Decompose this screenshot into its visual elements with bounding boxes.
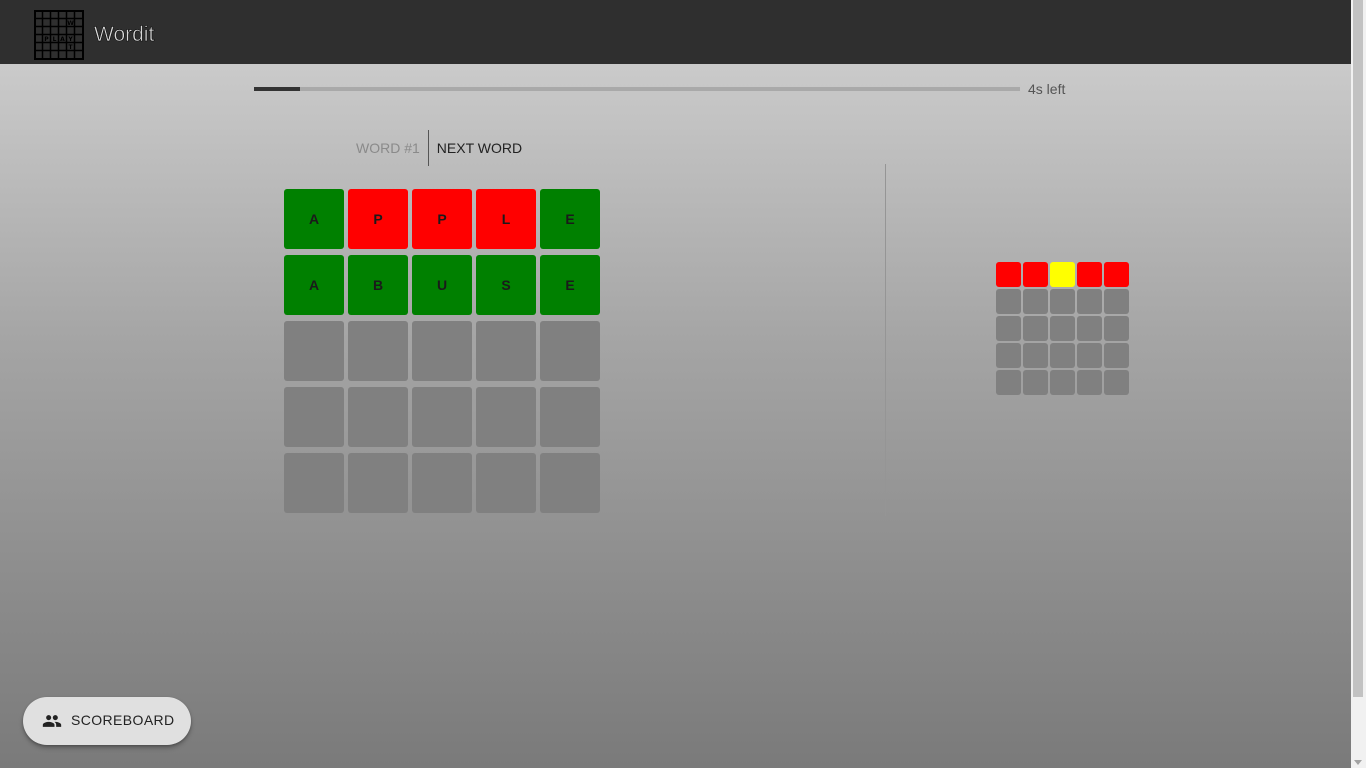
opponent-tile [996, 289, 1021, 314]
opponent-tile [1077, 370, 1102, 395]
opponent-tile [1050, 370, 1075, 395]
letter-tile [476, 321, 536, 381]
scoreboard-label: SCOREBOARD [71, 712, 175, 728]
page-scrollbar[interactable] [1351, 0, 1366, 768]
opponent-tile [1104, 370, 1129, 395]
letter-tile [348, 321, 408, 381]
letter-tile: A [284, 189, 344, 249]
letter-tile [348, 453, 408, 513]
svg-text:W: W [67, 20, 74, 27]
letter-tile: P [348, 189, 408, 249]
opponent-tile [996, 343, 1021, 368]
letter-tile: S [476, 255, 536, 315]
letter-tile [284, 453, 344, 513]
scrollbar-thumb[interactable] [1353, 0, 1363, 697]
opponent-tile [1104, 262, 1129, 287]
opponent-board [996, 262, 1129, 395]
word-tabs: WORD #1 NEXT WORD [340, 130, 530, 166]
timer-progress-fill [254, 87, 300, 91]
letter-tile [412, 453, 472, 513]
letter-tile [284, 387, 344, 447]
opponent-tile [1050, 343, 1075, 368]
opponent-tile [996, 262, 1021, 287]
app-title[interactable]: Wordit [94, 22, 155, 48]
app-bar: P L A Y W T Wordit [0, 0, 1351, 64]
letter-tile [540, 453, 600, 513]
letter-tile [540, 387, 600, 447]
letter-tile: B [348, 255, 408, 315]
letter-tile [412, 387, 472, 447]
opponent-tile [1077, 262, 1102, 287]
timer-progress-bar [254, 87, 1020, 91]
opponent-tile [1077, 316, 1102, 341]
letter-tile: P [412, 189, 472, 249]
opponent-tile [1077, 289, 1102, 314]
time-left-label: 4s left [1028, 81, 1066, 97]
people-icon [42, 715, 62, 727]
opponent-tile [1023, 370, 1048, 395]
board-divider [885, 164, 886, 516]
opponent-tile [1023, 343, 1048, 368]
opponent-tile [996, 316, 1021, 341]
opponent-tile [1050, 262, 1075, 287]
opponent-tile [1050, 316, 1075, 341]
scroll-down-arrow-icon[interactable] [1354, 760, 1362, 765]
opponent-tile [1104, 343, 1129, 368]
opponent-tile [1077, 343, 1102, 368]
opponent-tile [1023, 316, 1048, 341]
letter-tile [476, 453, 536, 513]
scoreboard-button[interactable]: SCOREBOARD [23, 697, 191, 745]
svg-text:L: L [53, 36, 57, 43]
svg-text:P: P [44, 36, 49, 43]
letter-tile: U [412, 255, 472, 315]
crossword-grid-logo-icon: P L A Y W T [34, 10, 84, 60]
next-word-button[interactable]: NEXT WORD [429, 130, 530, 166]
svg-text:A: A [60, 36, 65, 43]
opponent-tile [1104, 316, 1129, 341]
letter-tile [540, 321, 600, 381]
opponent-tile [1104, 289, 1129, 314]
opponent-tile [1023, 289, 1048, 314]
guess-board: APPLEABUSE [284, 189, 600, 513]
opponent-tile [1023, 262, 1048, 287]
letter-tile [284, 321, 344, 381]
letter-tile [476, 387, 536, 447]
svg-text:Y: Y [67, 36, 73, 43]
letter-tile: E [540, 189, 600, 249]
opponent-tile [1050, 289, 1075, 314]
letter-tile [412, 321, 472, 381]
letter-tile: L [476, 189, 536, 249]
letter-tile: E [540, 255, 600, 315]
letter-tile [348, 387, 408, 447]
tab-current-word: WORD #1 [356, 140, 420, 156]
opponent-tile [996, 370, 1021, 395]
letter-tile: A [284, 255, 344, 315]
